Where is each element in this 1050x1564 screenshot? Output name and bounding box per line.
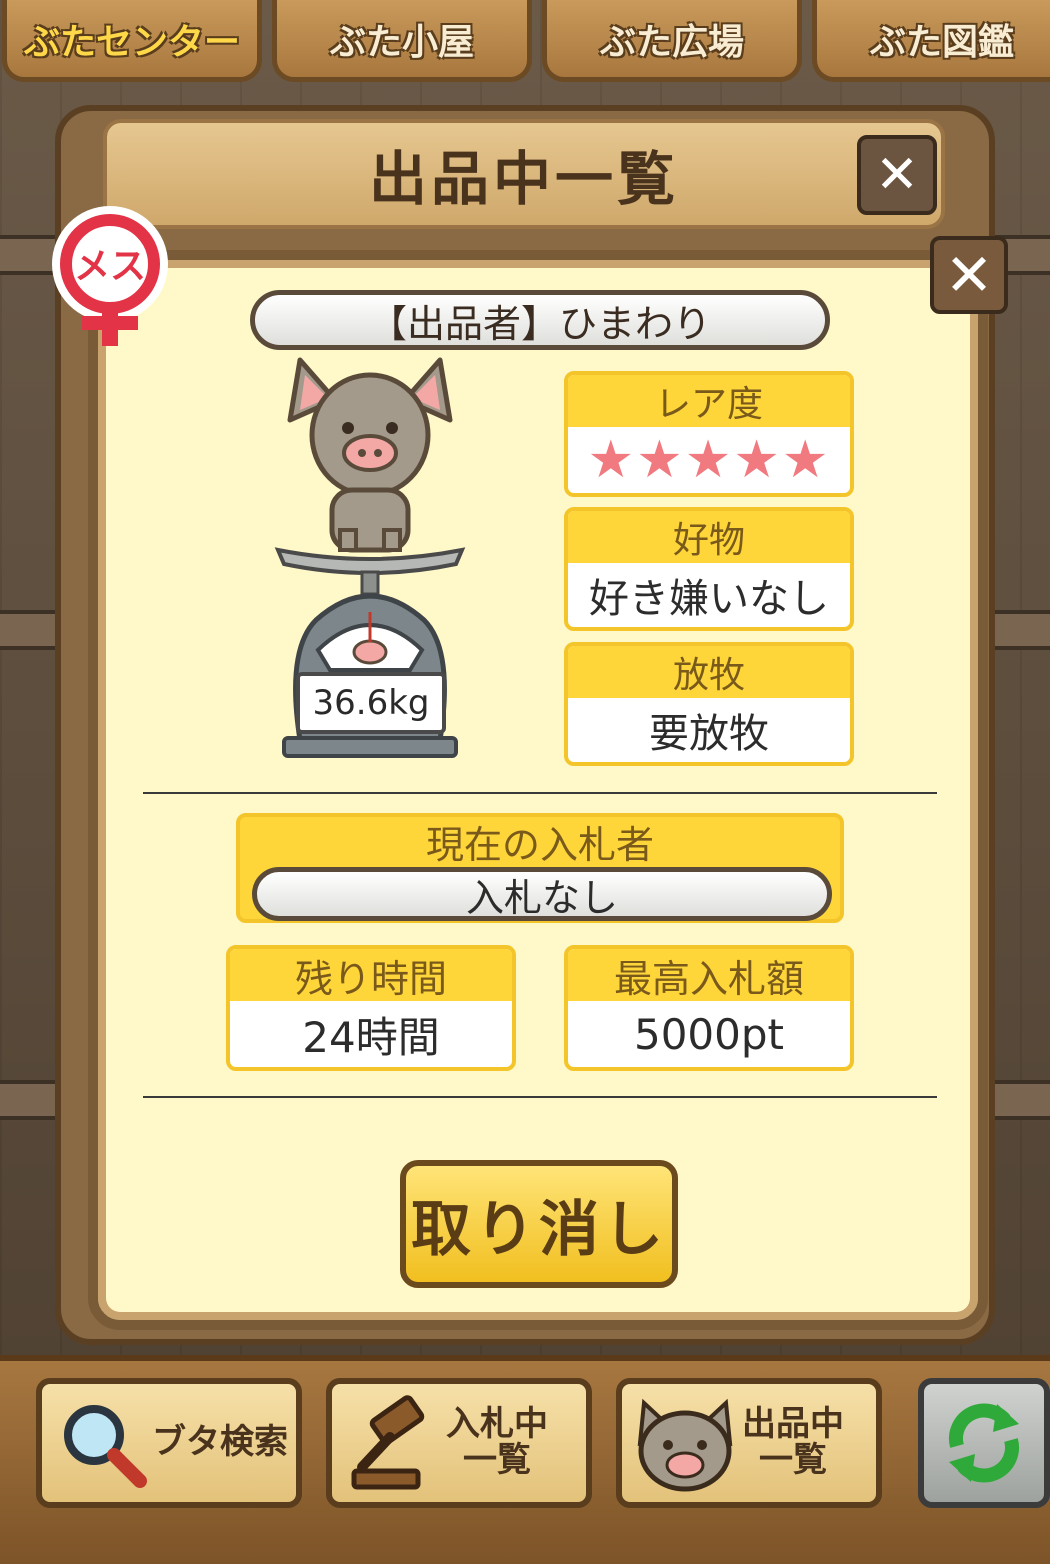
favorite-food-card: 好物 好き嫌いなし bbox=[564, 507, 854, 631]
listing-list-button[interactable]: 出品中 一覧 bbox=[616, 1378, 882, 1508]
section-divider bbox=[143, 792, 937, 794]
dialog-title-bar: 出品中一覧 bbox=[103, 119, 945, 229]
dialog-close-button[interactable]: ✕ bbox=[857, 135, 937, 215]
remaining-time-value: 24時間 bbox=[302, 1012, 440, 1062]
magnifier-icon bbox=[64, 1405, 147, 1488]
grazing-value: 要放牧 bbox=[649, 711, 769, 757]
detail-close-button[interactable]: ✕ bbox=[930, 236, 1008, 314]
rarity-card: レア度 ★★★★★ bbox=[564, 371, 854, 497]
pig-search-button[interactable]: ブタ検索 bbox=[36, 1378, 302, 1508]
listing-list-label-line1: 出品中 bbox=[742, 1404, 844, 1445]
gavel-icon bbox=[351, 1395, 425, 1490]
seller-name: 【出品者】ひまわり bbox=[250, 290, 830, 350]
refresh-icon bbox=[948, 1403, 1020, 1483]
listing-list-label-line2: 一覧 bbox=[759, 1440, 827, 1480]
current-bidder-label: 現在の入札者 bbox=[425, 822, 654, 867]
tab-buta-hiroba[interactable]: ぶた広場 bbox=[542, 0, 802, 82]
highest-bid-card: 最高入札額 5000pt bbox=[564, 945, 854, 1071]
favorite-food-value: 好き嫌いなし bbox=[589, 576, 829, 622]
current-bidder-value: 入札なし bbox=[252, 867, 832, 921]
grazing-label: 放牧 bbox=[568, 646, 850, 698]
pig-face-icon bbox=[637, 1398, 733, 1492]
pig-search-label: ブタ検索 bbox=[152, 1422, 288, 1463]
remaining-time-label: 残り時間 bbox=[230, 949, 512, 1001]
remaining-time-card: 残り時間 24時間 bbox=[226, 945, 516, 1071]
gender-label: メス bbox=[74, 246, 146, 287]
highest-bid-value: 5000pt bbox=[633, 1009, 784, 1059]
grazing-card: 放牧 要放牧 bbox=[564, 642, 854, 766]
current-bidder-card: 現在の入札者 入札なし bbox=[236, 813, 844, 923]
section-divider bbox=[143, 1096, 937, 1098]
bidding-list-label-line2: 一覧 bbox=[463, 1440, 531, 1480]
refresh-button[interactable] bbox=[918, 1378, 1050, 1508]
favorite-food-label: 好物 bbox=[568, 511, 850, 563]
rarity-label: レア度 bbox=[568, 375, 850, 427]
bidding-list-label-line1: 入札中 bbox=[446, 1404, 548, 1445]
cancel-listing-button[interactable]: 取り消し bbox=[400, 1160, 678, 1288]
bidding-list-button[interactable]: 入札中 一覧 bbox=[326, 1378, 592, 1508]
tab-buta-zukan[interactable]: ぶた図鑑 bbox=[812, 0, 1050, 82]
tab-buta-koya[interactable]: ぶた小屋 bbox=[272, 0, 532, 82]
tab-buta-center[interactable]: ぶたセンター bbox=[2, 0, 262, 82]
dialog-title: 出品中一覧 bbox=[368, 145, 679, 213]
female-gender-icon: メス bbox=[52, 206, 168, 346]
top-tab-bar: ぶたセンター ぶた小屋 ぶた広場 ぶた図鑑 bbox=[0, 0, 1050, 85]
rarity-stars: ★★★★★ bbox=[587, 430, 831, 490]
weight-value: 36.6kg bbox=[296, 672, 446, 734]
highest-bid-label: 最高入札額 bbox=[568, 949, 850, 1001]
